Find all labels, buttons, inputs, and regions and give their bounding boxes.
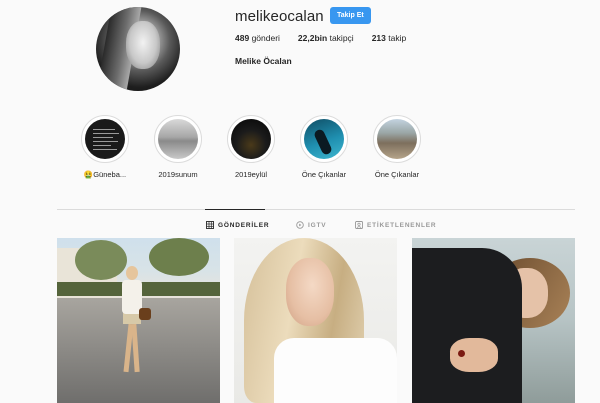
highlight-label: 🤮Güneba...: [83, 170, 127, 179]
highlight-item[interactable]: 2019eylül: [216, 115, 286, 179]
post-thumbnail[interactable]: [57, 238, 220, 403]
highlight-ring: [373, 115, 421, 163]
highlight-ring: [154, 115, 202, 163]
highlight-item[interactable]: 🤮Güneba...: [70, 115, 140, 179]
highlight-item[interactable]: 2019sunum: [143, 115, 213, 179]
highlight-cover: [158, 119, 198, 159]
highlight-cover: [304, 119, 344, 159]
highlight-ring: [81, 115, 129, 163]
highlight-ring: [300, 115, 348, 163]
highlight-item[interactable]: Öne Çıkanlar: [289, 115, 359, 179]
follow-button[interactable]: Takip Et: [330, 7, 371, 24]
stat-posts-label: gönderi: [251, 33, 280, 43]
highlight-ring: [227, 115, 275, 163]
tab-igtv[interactable]: IGTV: [296, 221, 326, 229]
stat-following-label: takip: [388, 33, 407, 43]
tagged-icon: [355, 221, 363, 229]
highlight-item[interactable]: Öne Çıkanlar: [362, 115, 432, 179]
tab-igtv-label: IGTV: [308, 221, 327, 229]
tab-posts-label: GÖNDERİLER: [218, 221, 270, 229]
tab-tagged[interactable]: ETİKETLENENLER: [355, 221, 436, 229]
stat-posts-value: 489: [235, 33, 250, 43]
highlight-label: 2019sunum: [158, 170, 198, 179]
stat-posts: 489 gönderi: [235, 33, 280, 43]
stat-followers-label: takipçi: [329, 33, 354, 43]
tabs-divider: [57, 209, 575, 210]
post-thumbnail[interactable]: [234, 238, 397, 403]
stat-followers-value: 22,2bin: [297, 33, 328, 43]
highlight-cover: [377, 119, 417, 159]
stat-following-value: 213: [371, 33, 386, 43]
avatar-face: [126, 21, 160, 69]
highlight-cover: [85, 119, 125, 159]
active-tab-indicator: [205, 209, 265, 210]
grid-icon: [206, 221, 214, 229]
profile-username: melikeocalan: [235, 8, 324, 25]
tab-tagged-label: ETİKETLENENLER: [367, 221, 437, 229]
profile-stats: 489 gönderi 22,2bin takipçi 213 takip: [235, 33, 424, 43]
stat-following[interactable]: 213 takip: [372, 33, 407, 43]
profile-full-name: Melike Öcalan: [235, 56, 292, 66]
stat-followers[interactable]: 22,2bin takipçi: [298, 33, 354, 43]
highlight-label: Öne Çıkanlar: [374, 170, 420, 179]
highlight-cover: [231, 119, 271, 159]
igtv-icon: [296, 221, 304, 229]
tab-posts[interactable]: GÖNDERİLER: [206, 221, 269, 229]
profile-avatar[interactable]: [96, 7, 180, 91]
highlight-label: 2019eylül: [234, 170, 268, 179]
highlight-label: Öne Çıkanlar: [301, 170, 347, 179]
post-thumbnail[interactable]: [412, 238, 575, 403]
